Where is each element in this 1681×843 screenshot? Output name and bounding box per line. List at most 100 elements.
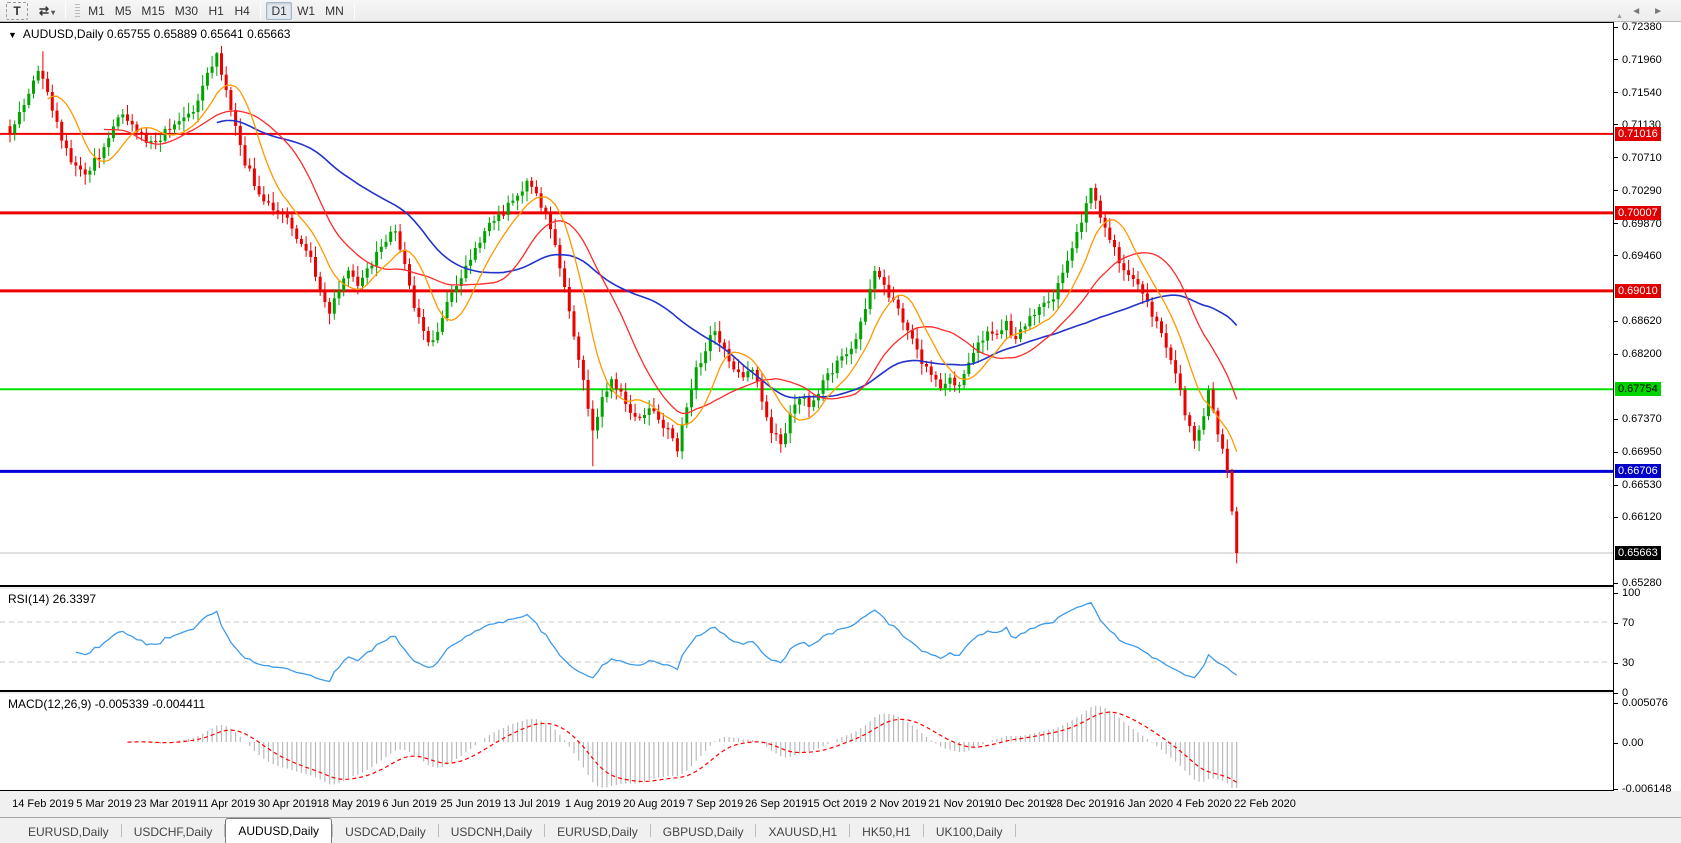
date-axis-label: 18 May 2019 [317,798,381,810]
rsi-tick-mark [1613,623,1618,624]
toolbar-separator [65,3,66,19]
toolbar-grip [75,4,80,18]
date-axis-label: 15 Oct 2019 [807,798,867,810]
arrows-tool-button[interactable]: ⇄▾ [34,2,60,20]
symbol-tab-usdcad[interactable]: USDCAD,Daily [333,820,438,843]
symbol-tab-gbpusd[interactable]: GBPUSD,Daily [651,820,756,843]
price-tick-mark [1613,223,1618,224]
price-tick-label: 0.70710 [1622,151,1662,165]
price-tick-label: 0.67370 [1622,412,1662,426]
date-axis-label: 1 Aug 2019 [565,798,621,810]
collapse-triangle-icon[interactable]: ▼ [8,30,17,40]
price-tick-mark [1613,255,1618,256]
tab-scroll-buttons: ◄ ► [1631,6,1663,17]
date-axis-label: 25 Jun 2019 [440,798,501,810]
date-axis-label: 20 Aug 2019 [623,798,685,810]
price-tick-label: 0.69460 [1622,249,1662,263]
symbol-tab-hk50[interactable]: HK50,H1 [850,820,923,843]
macd-pane[interactable]: MACD(12,26,9) -0.005339 -0.004411 [0,694,1613,791]
date-axis-label: 14 Feb 2019 [12,798,74,810]
timeframe-button-m5[interactable]: M5 [110,2,137,20]
timeframe-button-m1[interactable]: M1 [83,2,110,20]
timeframe-button-h4[interactable]: H4 [229,2,255,20]
date-axis-label: 16 Jan 2020 [1113,798,1174,810]
price-tick-label: 0.71540 [1622,86,1662,100]
date-axis-label: 13 Jul 2019 [503,798,560,810]
price-level-badge: 0.67754 [1615,382,1661,396]
price-tick-mark [1613,419,1618,420]
date-axis-label: 23 Mar 2019 [134,798,196,810]
text-tool-button[interactable]: T [6,2,28,20]
symbol-tab-eurusd[interactable]: EURUSD,Daily [545,820,650,843]
price-tick-mark [1613,190,1618,191]
timeframe-button-w1[interactable]: W1 [292,2,320,20]
symbol-tab-eurusd[interactable]: EURUSD,Daily [16,820,121,843]
timeframe-button-m30[interactable]: M30 [170,2,203,20]
price-tick-label: 0.70290 [1622,184,1662,198]
macd-chart [0,694,1613,790]
mt4-window: T ⇄▾ M1M5M15M30H1H4 D1W1MN ▲ ▼ AUDUSD,Dail… [0,0,1681,843]
timeframe-button-d1[interactable]: D1 [266,2,292,20]
date-axis-label: 30 Apr 2019 [258,798,317,810]
chart-title-text: AUDUSD,Daily 0.65755 0.65889 0.65641 0.6… [23,27,291,41]
price-tick-mark [1613,485,1618,486]
price-tick-mark [1613,27,1618,28]
price-tick-mark [1613,124,1618,125]
date-axis-label: 4 Feb 2020 [1176,798,1232,810]
symbol-tab-xauusd[interactable]: XAUUSD,H1 [756,820,849,843]
scroll-up-icon[interactable]: ▲ [1616,13,1623,20]
date-axis-label: 21 Nov 2019 [928,798,990,810]
date-axis-label: 26 Sep 2019 [745,798,807,810]
macd-tick-mark [1613,789,1618,790]
rsi-tick-mark [1613,663,1618,664]
rsi-chart [0,589,1613,690]
tab-scroll-right-icon[interactable]: ► [1653,6,1663,17]
price-tick-mark [1613,59,1618,60]
rsi-pane[interactable]: RSI(14) 26.3397 [0,589,1613,692]
tab-scroll-left-icon[interactable]: ◄ [1631,6,1641,17]
symbol-tab-audusd[interactable]: AUDUSD,Daily [225,818,332,843]
macd-tick-label: 0.005076 [1622,696,1668,710]
date-axis-label: 11 Apr 2019 [197,798,256,810]
symbol-tab-uk100[interactable]: UK100,Daily [924,820,1015,843]
timeframe-button-m15[interactable]: M15 [136,2,169,20]
price-tick-mark [1613,452,1618,453]
price-tick-label: 0.66950 [1622,445,1662,459]
macd-label: MACD(12,26,9) -0.005339 -0.004411 [8,697,205,711]
rsi-tick-mark [1613,593,1618,594]
tab-separator [1015,824,1016,837]
date-axis-label: 28 Dec 2019 [1050,798,1112,810]
symbol-tab-usdchf[interactable]: USDCHF,Daily [122,820,225,843]
price-level-badge: 0.70007 [1615,206,1661,220]
arrows-icon: ⇄ [39,4,49,18]
macd-tick-mark [1613,743,1618,744]
candlestick-chart [0,23,1613,585]
chart-tabbar: EURUSD,DailyUSDCHF,DailyAUDUSD,DailyUSDC… [0,817,1681,843]
price-pane[interactable]: ▼ AUDUSD,Daily 0.65755 0.65889 0.65641 0.… [0,22,1613,587]
date-axis-label: 2 Nov 2019 [870,798,926,810]
price-tick-label: 0.66120 [1622,510,1662,524]
timeframe-button-h1[interactable]: H1 [203,2,229,20]
price-tick-mark [1613,583,1618,584]
toolbar: T ⇄▾ M1M5M15M30H1H4 D1W1MN [0,0,1681,22]
price-tick-label: 0.66530 [1622,478,1662,492]
price-tick-label: 0.71960 [1622,53,1662,67]
chevron-down-icon: ▾ [51,8,55,17]
date-axis[interactable]: 14 Feb 20195 Mar 201923 Mar 201911 Apr 2… [0,791,1613,817]
price-tick-label: 0.68620 [1622,314,1662,328]
timeframe-button-mn[interactable]: MN [320,2,349,20]
date-axis-label: 5 Mar 2019 [76,798,132,810]
rsi-tick-label: 70 [1622,616,1634,630]
toolbar-separator [260,3,261,19]
price-level-badge: 0.69010 [1615,284,1661,298]
date-axis-label: 6 Jun 2019 [382,798,436,810]
price-level-badge: 0.66706 [1615,464,1661,478]
chart-title: ▼ AUDUSD,Daily 0.65755 0.65889 0.65641 0.… [8,27,290,41]
timeframe-group: M1M5M15M30H1H4 D1W1MN [83,2,360,20]
price-axis[interactable]: 0.723800.719600.715400.711300.707100.702… [1613,22,1681,791]
rsi-label: RSI(14) 26.3397 [8,592,96,606]
price-tick-mark [1613,157,1618,158]
symbol-tab-usdcnh[interactable]: USDCNH,Daily [439,820,544,843]
rsi-tick-mark [1613,693,1618,694]
price-tick-mark [1613,517,1618,518]
